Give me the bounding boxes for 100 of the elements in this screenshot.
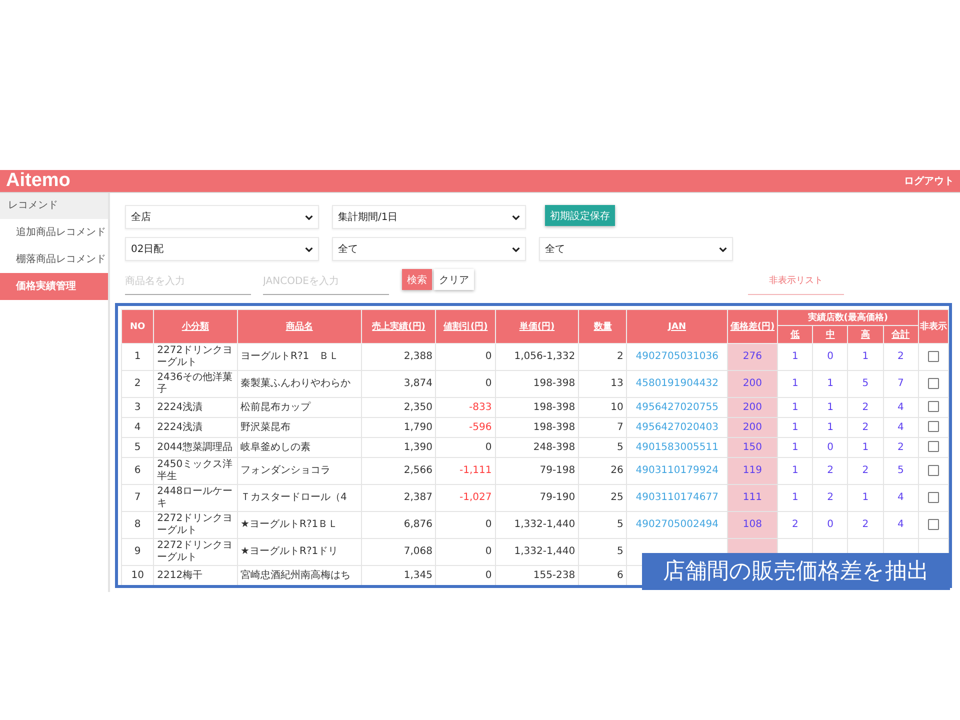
table-cell: 1	[778, 370, 813, 398]
table-cell: 1	[778, 398, 813, 418]
checkbox[interactable]	[928, 401, 939, 412]
table-cell: 6	[122, 458, 154, 484]
column-header[interactable]: 合計	[883, 326, 918, 344]
table-cell: -1,111	[436, 458, 496, 484]
column-header[interactable]: 売上実績(円)	[362, 310, 436, 344]
column-header[interactable]: JAN	[626, 310, 728, 344]
table-cell: 2,388	[362, 344, 436, 370]
table-cell: 200	[727, 370, 778, 398]
table-cell: 3,874	[362, 370, 436, 398]
checkbox[interactable]	[928, 518, 939, 530]
table-cell: -596	[436, 418, 496, 438]
table-cell: 岐阜釜めしの素	[237, 438, 362, 458]
table-cell: ★ヨーグルトR?1ＢＬ	[237, 512, 362, 538]
table-cell: 1	[778, 418, 813, 438]
table-cell: 200	[727, 398, 778, 418]
table-cell: 2	[883, 344, 918, 370]
table-cell: 200	[727, 418, 778, 438]
column-header[interactable]: 高	[848, 326, 884, 344]
column-header: NO	[122, 310, 154, 344]
table-cell: -1,027	[436, 484, 496, 512]
table-cell: 119	[727, 458, 778, 484]
table-cell: 5	[578, 538, 627, 566]
table-cell: 2044惣菜調理品	[154, 438, 238, 458]
chevron-down-icon	[512, 214, 520, 220]
dropdown[interactable]: 02日配	[125, 237, 319, 261]
table-cell: 2,350	[362, 398, 436, 418]
table-cell: 0	[436, 370, 496, 398]
chevron-down-icon	[305, 246, 313, 252]
chevron-down-icon	[719, 246, 727, 252]
table-cell: 26	[578, 458, 627, 484]
table-cell: 9	[122, 538, 154, 566]
dropdown[interactable]: 全て	[332, 237, 526, 261]
table-cell: ★ヨーグルトR?1ドリ	[237, 538, 362, 566]
dropdown[interactable]: 全て	[539, 237, 733, 261]
sidebar-item[interactable]: 棚落商品レコメンド	[0, 246, 108, 273]
checkbox[interactable]	[928, 421, 939, 432]
checkbox[interactable]	[928, 492, 939, 503]
column-header[interactable]: 価格差(円)	[727, 310, 778, 344]
table-cell: 1	[812, 398, 848, 418]
table-cell: 2	[848, 458, 884, 484]
table-cell: 7	[883, 370, 918, 398]
table-cell: 2	[848, 512, 884, 538]
sidebar-group-label[interactable]: レコメンド	[0, 193, 108, 219]
table-cell: 2,387	[362, 484, 436, 512]
column-header[interactable]: 中	[812, 326, 848, 344]
table-cell: 108	[727, 512, 778, 538]
table-cell: 2	[778, 512, 813, 538]
column-header[interactable]: 小分類	[154, 310, 238, 344]
search-button[interactable]: 検索	[402, 269, 432, 290]
column-header[interactable]: 低	[778, 326, 813, 344]
table-cell: 1,332-1,440	[495, 512, 579, 538]
table-cell: 野沢菜昆布	[237, 418, 362, 438]
save-settings-button[interactable]: 初期設定保存	[545, 205, 615, 226]
table-cell: 5	[578, 512, 627, 538]
table-cell: 10	[122, 566, 154, 585]
table-cell: 2	[848, 418, 884, 438]
table-cell: 4	[883, 398, 918, 418]
column-header[interactable]: 数量	[578, 310, 627, 344]
table-cell: 0	[436, 344, 496, 370]
checkbox[interactable]	[928, 378, 939, 389]
table-cell: 8	[122, 512, 154, 538]
table-cell: ヨーグルトR?1 ＢＬ	[237, 344, 362, 370]
logo[interactable]: Aitemo	[6, 170, 70, 192]
dropdown[interactable]: 集計期間/1日	[332, 205, 526, 229]
table-cell: 2	[812, 458, 848, 484]
hidden-list-link[interactable]: 非表示リスト	[748, 269, 844, 295]
table-cell: 13	[578, 370, 627, 398]
table-cell: 1	[848, 484, 884, 512]
checkbox[interactable]	[928, 350, 939, 362]
table-cell: 2272ドリンクヨーグルト	[154, 538, 238, 566]
logout-link[interactable]: ログアウト	[904, 174, 954, 188]
table-cell: 2272ドリンクヨーグルト	[154, 344, 238, 370]
checkbox[interactable]	[928, 464, 939, 476]
column-header[interactable]: 値割引(円)	[436, 310, 496, 344]
dropdown[interactable]: 全店	[125, 205, 319, 229]
table-cell: 7,068	[362, 538, 436, 566]
table-cell: 2	[883, 438, 918, 458]
callout-label: 店舗間の販売価格差を抽出	[642, 553, 950, 590]
checkbox[interactable]	[928, 441, 939, 452]
table-cell: 4	[883, 512, 918, 538]
table-cell: 198-398	[495, 418, 579, 438]
table-cell: 1	[778, 438, 813, 458]
column-header[interactable]: 商品名	[237, 310, 362, 344]
table-cell: 1,790	[362, 418, 436, 438]
table-cell: 1	[812, 370, 848, 398]
clear-button[interactable]: クリア	[434, 269, 474, 290]
column-header[interactable]: 単価(円)	[495, 310, 579, 344]
table-cell: 1	[848, 438, 884, 458]
table-cell: 7	[578, 418, 627, 438]
table-cell: 2	[578, 344, 627, 370]
table-cell: Ｔカスタードロール（4	[237, 484, 362, 512]
table-cell: 0	[436, 512, 496, 538]
table-cell: 1	[778, 484, 813, 512]
table-cell: 0	[436, 538, 496, 566]
table-cell: 2224浅漬	[154, 398, 238, 418]
table-cell: 79-198	[495, 458, 579, 484]
sidebar-item[interactable]: 追加商品レコメンド	[0, 219, 108, 246]
sidebar-item[interactable]: 価格実績管理	[0, 273, 108, 300]
